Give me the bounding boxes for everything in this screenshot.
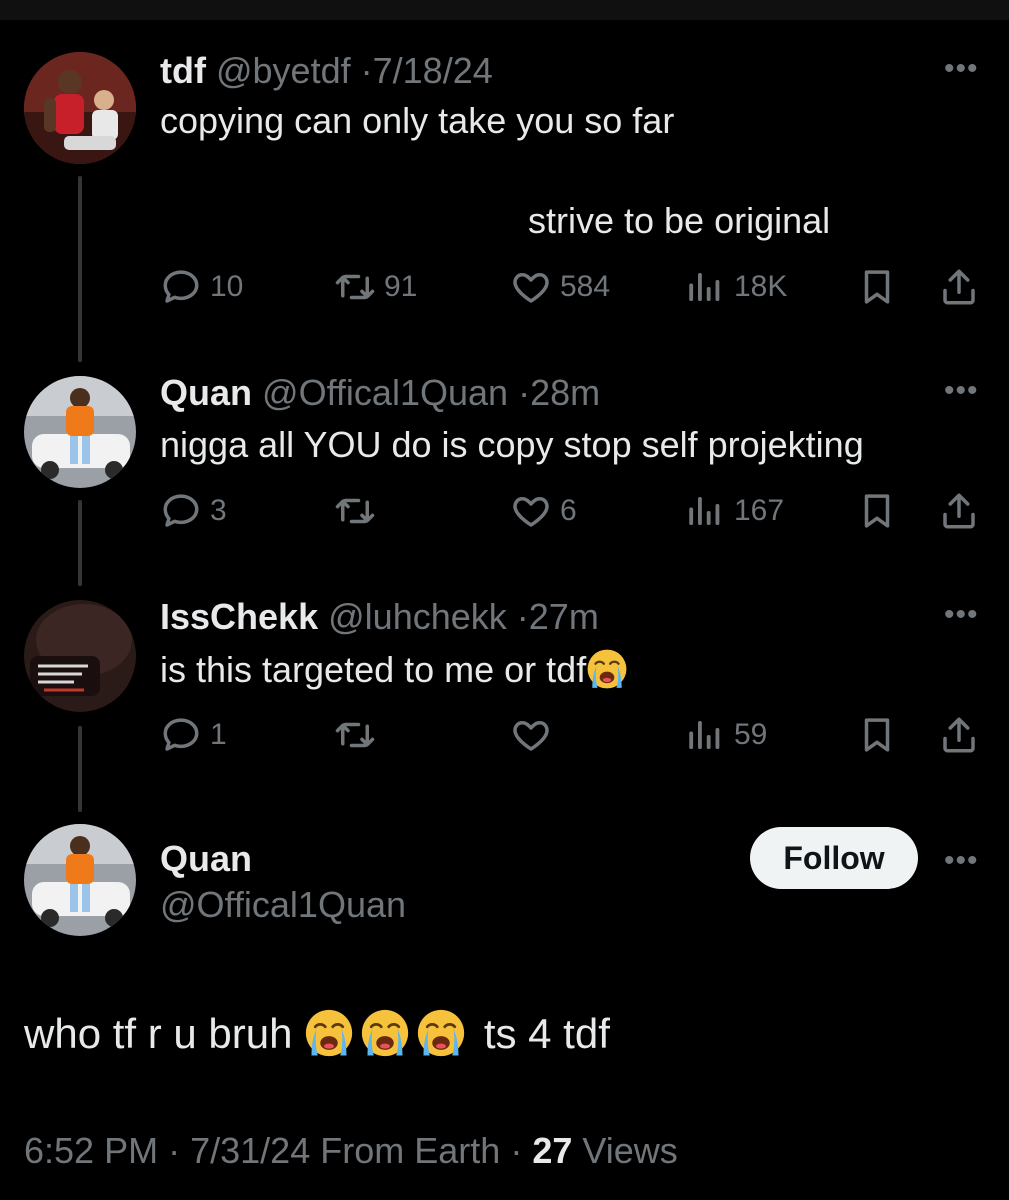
tweet-text: who tf r u bruh ts 4 tdf (24, 1008, 610, 1058)
repost-count: 91 (384, 270, 418, 303)
loudly-crying-emoji (586, 648, 628, 690)
tweet-text-suffix: ts 4 tdf (483, 1010, 610, 1057)
reply-button[interactable]: 3 (160, 490, 227, 532)
repost-icon (334, 714, 376, 756)
share-icon (938, 266, 980, 308)
display-name[interactable]: tdf (160, 50, 206, 91)
separator-dot: · (510, 1130, 523, 1171)
reply-count: 10 (210, 270, 244, 303)
more-icon[interactable]: ••• (944, 846, 979, 876)
views-icon (684, 266, 726, 308)
timestamp[interactable]: 28m (530, 372, 600, 413)
loudly-crying-emoji (304, 1008, 354, 1058)
reply-count: 3 (210, 494, 227, 527)
avatar[interactable] (24, 52, 136, 164)
tweet-header: tdf @byetdf ·7/18/24 (160, 50, 493, 92)
like-count: 6 (560, 494, 577, 527)
user-handle[interactable]: @byetdf (216, 50, 351, 91)
reply-count: 1 (210, 718, 227, 751)
tweet-header: IssChekk @luhchekk ·27m (160, 596, 599, 638)
bookmark-button[interactable] (856, 714, 898, 761)
tweet-header: Quan @Offical1Quan ·28m (160, 372, 600, 414)
share-icon (938, 714, 980, 756)
like-button[interactable] (510, 714, 560, 756)
loudly-crying-emoji (360, 1008, 410, 1058)
user-handle[interactable]: @luhchekk (328, 596, 507, 637)
bookmark-icon (856, 490, 898, 532)
avatar[interactable] (24, 600, 136, 712)
views-count: 167 (734, 494, 785, 527)
views-count: 59 (734, 718, 768, 751)
thread-line (78, 500, 82, 586)
post-time[interactable]: 6:52 PM (24, 1130, 158, 1171)
reply-icon (160, 490, 202, 532)
views-icon (684, 490, 726, 532)
views-icon (684, 714, 726, 756)
share-icon (938, 490, 980, 532)
like-button[interactable]: 584 (510, 266, 610, 308)
share-button[interactable] (938, 490, 980, 537)
views-count: 27 (532, 1130, 573, 1171)
views-label: Views (582, 1130, 678, 1171)
bookmark-icon (856, 266, 898, 308)
display-name[interactable]: IssChekk (160, 596, 318, 637)
user-handle[interactable]: @Offical1Quan (262, 372, 508, 413)
post-date[interactable]: 7/31/24 (190, 1130, 310, 1171)
repost-icon (334, 266, 376, 308)
follow-button[interactable]: Follow (750, 827, 918, 889)
tweet-text-line2: strive to be original (528, 200, 831, 241)
like-button[interactable]: 6 (510, 490, 577, 532)
like-icon (510, 490, 552, 532)
more-icon[interactable]: ••• (944, 376, 979, 406)
reply-button[interactable]: 10 (160, 266, 243, 308)
tweet-text: nigga all YOU do is copy stop self proje… (160, 424, 864, 465)
views-count: 18K (734, 270, 788, 303)
reply-icon (160, 714, 202, 756)
separator-dot: · (516, 596, 529, 637)
share-button[interactable] (938, 714, 980, 761)
repost-icon (334, 490, 376, 532)
reply-icon (160, 266, 202, 308)
loudly-crying-emoji (416, 1008, 466, 1058)
avatar[interactable] (24, 376, 136, 488)
like-icon (510, 714, 552, 756)
separator-dot: · (360, 50, 373, 91)
repost-button[interactable] (334, 714, 384, 756)
bookmark-icon (856, 714, 898, 756)
timestamp[interactable]: 7/18/24 (373, 50, 493, 91)
thread-line (78, 726, 82, 812)
reply-button[interactable]: 1 (160, 714, 227, 756)
repost-button[interactable] (334, 490, 384, 532)
display-name[interactable]: Quan (160, 838, 252, 880)
tweet-text: is this targeted to me or tdf (160, 648, 628, 691)
tweet-text-content: who tf r u bruh (24, 1010, 293, 1057)
display-name[interactable]: Quan (160, 372, 252, 413)
post-source: From Earth (320, 1130, 501, 1171)
tweet-text: copying can only take you so far (160, 100, 675, 141)
like-icon (510, 266, 552, 308)
views-button[interactable]: 167 (684, 490, 784, 532)
separator-dot: · (518, 372, 531, 413)
separator-dot: · (168, 1130, 181, 1171)
share-button[interactable] (938, 266, 980, 313)
repost-button[interactable]: 91 (334, 266, 417, 308)
timestamp[interactable]: 27m (529, 596, 599, 637)
bookmark-button[interactable] (856, 490, 898, 537)
bookmark-button[interactable] (856, 266, 898, 313)
tweet-text-content: is this targeted to me or tdf (160, 649, 587, 690)
views-button[interactable]: 18K (684, 266, 787, 308)
views-button[interactable]: 59 (684, 714, 767, 756)
like-count: 584 (560, 270, 611, 303)
more-icon[interactable]: ••• (944, 54, 979, 84)
tweet-meta: 6:52 PM · 7/31/24 From Earth · 27 Views (24, 1130, 678, 1172)
top-bar (0, 0, 1009, 20)
user-handle[interactable]: @Offical1Quan (160, 884, 406, 926)
avatar[interactable] (24, 824, 136, 936)
more-icon[interactable]: ••• (944, 600, 979, 630)
thread-line (78, 176, 82, 362)
